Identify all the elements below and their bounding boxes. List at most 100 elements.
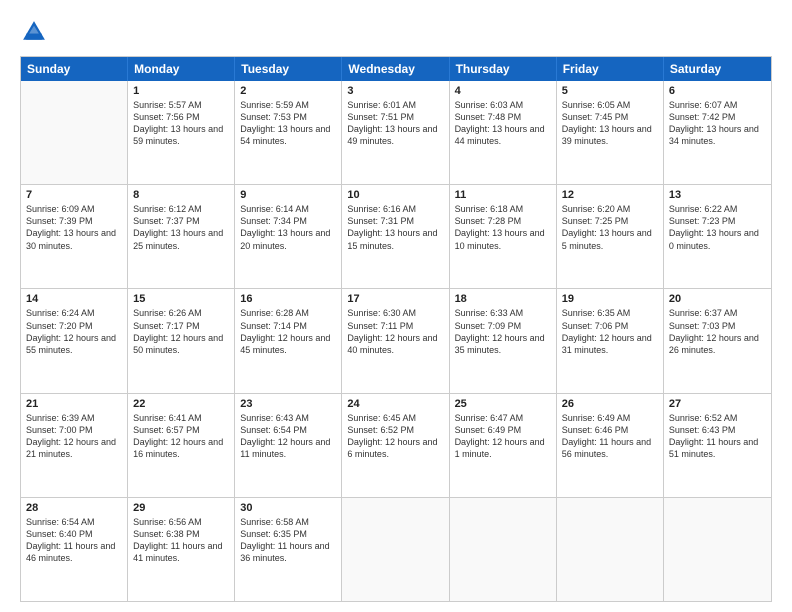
day-details: Sunrise: 6:47 AM Sunset: 6:49 PM Dayligh… bbox=[455, 412, 551, 461]
day-details: Sunrise: 6:49 AM Sunset: 6:46 PM Dayligh… bbox=[562, 412, 658, 461]
day-details: Sunrise: 6:01 AM Sunset: 7:51 PM Dayligh… bbox=[347, 99, 443, 148]
calendar-row-2: 7 Sunrise: 6:09 AM Sunset: 7:39 PM Daylig… bbox=[21, 184, 771, 288]
day-cell-23: 23 Sunrise: 6:43 AM Sunset: 6:54 PM Dayli… bbox=[235, 394, 342, 497]
day-cell-22: 22 Sunrise: 6:41 AM Sunset: 6:57 PM Dayli… bbox=[128, 394, 235, 497]
day-cell-25: 25 Sunrise: 6:47 AM Sunset: 6:49 PM Dayli… bbox=[450, 394, 557, 497]
day-cell-29: 29Sunrise: 6:56 AM Sunset: 6:38 PM Dayli… bbox=[128, 498, 235, 601]
day-details: Sunrise: 5:59 AM Sunset: 7:53 PM Dayligh… bbox=[240, 99, 336, 148]
day-number: 25 bbox=[455, 398, 551, 410]
day-details: Sunrise: 6:14 AM Sunset: 7:34 PM Dayligh… bbox=[240, 203, 336, 252]
header-day-sunday: Sunday bbox=[21, 57, 128, 81]
day-details: Sunrise: 6:03 AM Sunset: 7:48 PM Dayligh… bbox=[455, 99, 551, 148]
day-cell-10: 10 Sunrise: 6:16 AM Sunset: 7:31 PM Dayli… bbox=[342, 185, 449, 288]
day-details: Sunrise: 6:52 AM Sunset: 6:43 PM Dayligh… bbox=[669, 412, 766, 461]
day-number: 18 bbox=[455, 293, 551, 305]
header-day-friday: Friday bbox=[557, 57, 664, 81]
day-number: 9 bbox=[240, 189, 336, 201]
day-cell-18: 18 Sunrise: 6:33 AM Sunset: 7:09 PM Dayli… bbox=[450, 289, 557, 392]
day-number: 15 bbox=[133, 293, 229, 305]
day-details: Sunrise: 6:35 AM Sunset: 7:06 PM Dayligh… bbox=[562, 307, 658, 356]
day-number: 30 bbox=[240, 502, 336, 514]
calendar-header: SundayMondayTuesdayWednesdayThursdayFrid… bbox=[21, 57, 771, 81]
day-number: 27 bbox=[669, 398, 766, 410]
day-number: 6 bbox=[669, 85, 766, 97]
day-cell-5: 5 Sunrise: 6:05 AM Sunset: 7:45 PM Daylig… bbox=[557, 81, 664, 184]
day-number: 3 bbox=[347, 85, 443, 97]
day-details: Sunrise: 6:58 AM Sunset: 6:35 PM Dayligh… bbox=[240, 516, 336, 565]
day-details: Sunrise: 6:43 AM Sunset: 6:54 PM Dayligh… bbox=[240, 412, 336, 461]
calendar-row-3: 14Sunrise: 6:24 AM Sunset: 7:20 PM Dayli… bbox=[21, 288, 771, 392]
day-cell-28: 28 Sunrise: 6:54 AM Sunset: 6:40 PM Dayli… bbox=[21, 498, 128, 601]
day-cell-12: 12 Sunrise: 6:20 AM Sunset: 7:25 PM Dayli… bbox=[557, 185, 664, 288]
day-number: 16 bbox=[240, 293, 336, 305]
day-details: Sunrise: 6:05 AM Sunset: 7:45 PM Dayligh… bbox=[562, 99, 658, 148]
day-cell-6: 6 Sunrise: 6:07 AM Sunset: 7:42 PM Daylig… bbox=[664, 81, 771, 184]
day-cell-16: 16 Sunrise: 6:28 AM Sunset: 7:14 PM Dayli… bbox=[235, 289, 342, 392]
calendar-body: 1 Sunrise: 5:57 AM Sunset: 7:56 PM Daylig… bbox=[21, 81, 771, 601]
day-number: 20 bbox=[669, 293, 766, 305]
empty-cell bbox=[557, 498, 664, 601]
day-number: 1 bbox=[133, 85, 229, 97]
calendar-row-1: 1 Sunrise: 5:57 AM Sunset: 7:56 PM Daylig… bbox=[21, 81, 771, 184]
day-cell-13: 13Sunrise: 6:22 AM Sunset: 7:23 PM Dayli… bbox=[664, 185, 771, 288]
day-cell-14: 14Sunrise: 6:24 AM Sunset: 7:20 PM Dayli… bbox=[21, 289, 128, 392]
page: SundayMondayTuesdayWednesdayThursdayFrid… bbox=[0, 0, 792, 612]
day-number: 10 bbox=[347, 189, 443, 201]
day-details: Sunrise: 6:30 AM Sunset: 7:11 PM Dayligh… bbox=[347, 307, 443, 356]
day-number: 11 bbox=[455, 189, 551, 201]
day-details: Sunrise: 6:39 AM Sunset: 7:00 PM Dayligh… bbox=[26, 412, 122, 461]
header-day-monday: Monday bbox=[128, 57, 235, 81]
day-details: Sunrise: 6:16 AM Sunset: 7:31 PM Dayligh… bbox=[347, 203, 443, 252]
day-details: Sunrise: 6:18 AM Sunset: 7:28 PM Dayligh… bbox=[455, 203, 551, 252]
day-details: Sunrise: 6:33 AM Sunset: 7:09 PM Dayligh… bbox=[455, 307, 551, 356]
day-details: Sunrise: 6:54 AM Sunset: 6:40 PM Dayligh… bbox=[26, 516, 122, 565]
day-cell-2: 2 Sunrise: 5:59 AM Sunset: 7:53 PM Daylig… bbox=[235, 81, 342, 184]
day-number: 24 bbox=[347, 398, 443, 410]
day-cell-17: 17 Sunrise: 6:30 AM Sunset: 7:11 PM Dayli… bbox=[342, 289, 449, 392]
day-details: Sunrise: 6:12 AM Sunset: 7:37 PM Dayligh… bbox=[133, 203, 229, 252]
day-number: 2 bbox=[240, 85, 336, 97]
logo bbox=[20, 18, 52, 46]
day-details: Sunrise: 6:28 AM Sunset: 7:14 PM Dayligh… bbox=[240, 307, 336, 356]
day-number: 7 bbox=[26, 189, 122, 201]
day-cell-30: 30 Sunrise: 6:58 AM Sunset: 6:35 PM Dayli… bbox=[235, 498, 342, 601]
empty-cell bbox=[664, 498, 771, 601]
day-cell-24: 24 Sunrise: 6:45 AM Sunset: 6:52 PM Dayli… bbox=[342, 394, 449, 497]
day-cell-19: 19Sunrise: 6:35 AM Sunset: 7:06 PM Dayli… bbox=[557, 289, 664, 392]
day-cell-21: 21 Sunrise: 6:39 AM Sunset: 7:00 PM Dayli… bbox=[21, 394, 128, 497]
day-number: 8 bbox=[133, 189, 229, 201]
day-cell-15: 15 Sunrise: 6:26 AM Sunset: 7:17 PM Dayli… bbox=[128, 289, 235, 392]
day-cell-4: 4Sunrise: 6:03 AM Sunset: 7:48 PM Daylig… bbox=[450, 81, 557, 184]
day-details: Sunrise: 6:07 AM Sunset: 7:42 PM Dayligh… bbox=[669, 99, 766, 148]
header-day-saturday: Saturday bbox=[664, 57, 771, 81]
day-number: 28 bbox=[26, 502, 122, 514]
day-number: 12 bbox=[562, 189, 658, 201]
calendar-row-5: 28 Sunrise: 6:54 AM Sunset: 6:40 PM Dayli… bbox=[21, 497, 771, 601]
header bbox=[20, 18, 772, 46]
day-details: Sunrise: 6:37 AM Sunset: 7:03 PM Dayligh… bbox=[669, 307, 766, 356]
day-details: Sunrise: 6:09 AM Sunset: 7:39 PM Dayligh… bbox=[26, 203, 122, 252]
day-cell-3: 3 Sunrise: 6:01 AM Sunset: 7:51 PM Daylig… bbox=[342, 81, 449, 184]
day-cell-11: 11 Sunrise: 6:18 AM Sunset: 7:28 PM Dayli… bbox=[450, 185, 557, 288]
day-cell-9: 9 Sunrise: 6:14 AM Sunset: 7:34 PM Daylig… bbox=[235, 185, 342, 288]
day-cell-7: 7 Sunrise: 6:09 AM Sunset: 7:39 PM Daylig… bbox=[21, 185, 128, 288]
header-day-wednesday: Wednesday bbox=[342, 57, 449, 81]
empty-cell bbox=[342, 498, 449, 601]
day-details: Sunrise: 6:45 AM Sunset: 6:52 PM Dayligh… bbox=[347, 412, 443, 461]
day-number: 23 bbox=[240, 398, 336, 410]
day-number: 17 bbox=[347, 293, 443, 305]
calendar-row-4: 21 Sunrise: 6:39 AM Sunset: 7:00 PM Dayli… bbox=[21, 393, 771, 497]
day-number: 22 bbox=[133, 398, 229, 410]
day-details: Sunrise: 6:41 AM Sunset: 6:57 PM Dayligh… bbox=[133, 412, 229, 461]
day-details: Sunrise: 6:24 AM Sunset: 7:20 PM Dayligh… bbox=[26, 307, 122, 356]
day-number: 5 bbox=[562, 85, 658, 97]
empty-cell bbox=[21, 81, 128, 184]
day-number: 21 bbox=[26, 398, 122, 410]
day-details: Sunrise: 5:57 AM Sunset: 7:56 PM Dayligh… bbox=[133, 99, 229, 148]
day-details: Sunrise: 6:26 AM Sunset: 7:17 PM Dayligh… bbox=[133, 307, 229, 356]
day-details: Sunrise: 6:20 AM Sunset: 7:25 PM Dayligh… bbox=[562, 203, 658, 252]
day-cell-1: 1 Sunrise: 5:57 AM Sunset: 7:56 PM Daylig… bbox=[128, 81, 235, 184]
header-day-tuesday: Tuesday bbox=[235, 57, 342, 81]
day-cell-27: 27 Sunrise: 6:52 AM Sunset: 6:43 PM Dayli… bbox=[664, 394, 771, 497]
day-cell-8: 8 Sunrise: 6:12 AM Sunset: 7:37 PM Daylig… bbox=[128, 185, 235, 288]
